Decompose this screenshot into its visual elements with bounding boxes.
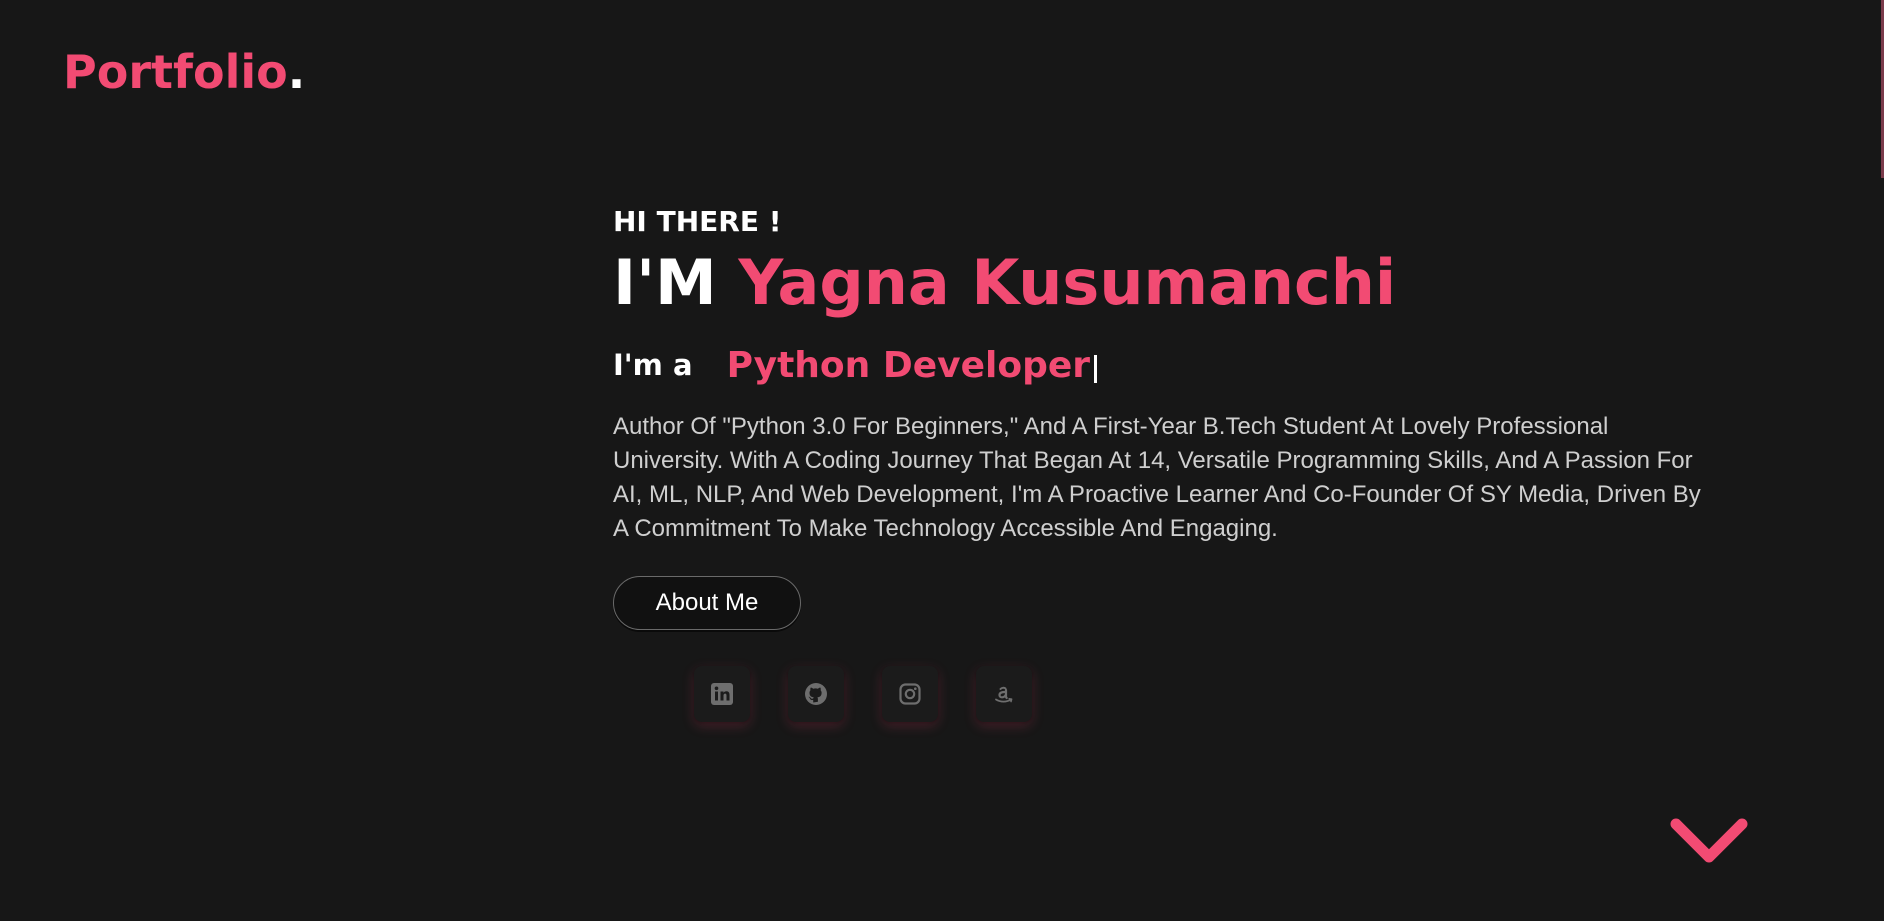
headline-prefix: I'M bbox=[613, 246, 717, 319]
portfolio-page: Portfolio. HI THERE ! I'M Yagna Kusumanc… bbox=[0, 0, 1884, 921]
amazon-icon bbox=[995, 686, 1013, 703]
instagram-icon bbox=[899, 683, 921, 705]
logo-text: Portfolio bbox=[63, 45, 288, 99]
chevron-down-icon[interactable] bbox=[1668, 815, 1750, 867]
github-icon bbox=[805, 683, 827, 705]
headline-name: Yagna Kusumanchi bbox=[738, 246, 1397, 319]
greeting: HI THERE ! bbox=[613, 205, 782, 238]
linkedin-link[interactable] bbox=[694, 666, 750, 722]
github-link[interactable] bbox=[788, 666, 844, 722]
social-links bbox=[694, 666, 1032, 722]
linkedin-icon bbox=[711, 683, 733, 705]
instagram-link[interactable] bbox=[882, 666, 938, 722]
about-me-button[interactable]: About Me bbox=[613, 576, 801, 630]
hero-section: HI THERE ! I'M Yagna Kusumanchi I'm a Py… bbox=[613, 204, 1713, 630]
amazon-link[interactable] bbox=[976, 666, 1032, 722]
typing-cursor bbox=[1094, 355, 1098, 383]
logo[interactable]: Portfolio. bbox=[63, 44, 305, 100]
bio-text: Author Of "Python 3.0 For Beginners," An… bbox=[613, 413, 1701, 542]
typed-role: Python Developer bbox=[726, 344, 1091, 386]
logo-dot: . bbox=[287, 45, 306, 99]
about-me-button-label: About Me bbox=[655, 589, 759, 616]
role-line: I'm a Python Developer bbox=[613, 342, 1713, 388]
headline: I'M Yagna Kusumanchi bbox=[613, 248, 1713, 318]
role-prefix: I'm a bbox=[613, 348, 693, 382]
